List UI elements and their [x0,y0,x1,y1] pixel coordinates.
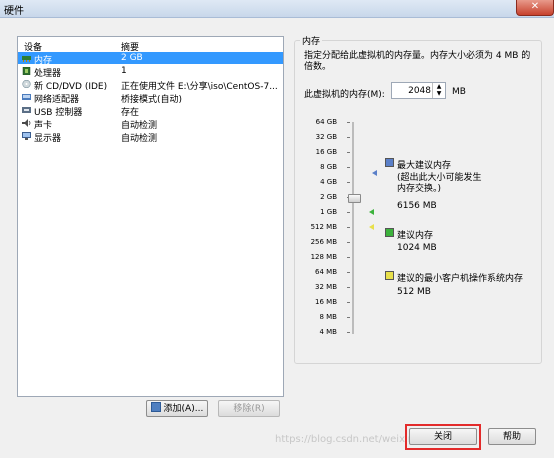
scale-tick-label: 16 MB [315,298,337,306]
device-summary: 2 GB [121,53,143,63]
device-row-processor[interactable]: 处理器 1 [18,65,283,79]
close-window-button[interactable]: ✕ [516,0,554,16]
memory-icon [22,56,31,62]
min-legend-swatch [385,271,394,280]
display-icon [22,132,31,140]
memory-unit: MB [452,87,466,97]
min-recommended-label: 建议的最小客户机操作系统内存 [397,274,524,284]
device-summary: 自动检测 [121,134,158,144]
memory-description: 指定分配给此虚拟机的内存量。内存大小必须为 4 MB 的倍数。 [304,51,531,72]
add-hardware-icon [150,402,161,412]
cd-dvd-icon [22,80,31,88]
min-recommended-marker-icon [369,224,374,230]
memory-size-value[interactable]: 2048 [408,86,431,96]
recommended-value: 1024 MB [397,243,437,253]
scale-tick-label: 32 MB [315,283,337,291]
device-row-network-adapter[interactable]: 网络适配器 桥接模式(自动) [18,91,283,105]
device-list-header: 设备 摘要 [18,37,283,53]
memory-slider-track[interactable] [352,122,354,334]
scale-tick-label: 64 MB [315,268,337,276]
min-recommended-value: 512 MB [397,287,431,297]
memory-slider-thumb[interactable] [348,194,361,203]
title-bar: 硬件 ✕ [0,0,554,18]
close-button-label: 关闭 [433,432,452,442]
max-legend-swatch [385,158,394,167]
network-adapter-icon [22,94,31,100]
memory-size-spinbox[interactable]: 2048 ▲ ▼ [391,82,446,99]
scale-tick-label: 4 GB [320,178,337,186]
usb-controller-icon [22,107,31,113]
max-recommended-value: 6156 MB [397,201,437,211]
device-row-usb-controller[interactable]: USB 控制器 存在 [18,104,283,118]
spin-up-icon[interactable]: ▲ [433,83,445,90]
device-row-display[interactable]: 显示器 自动检测 [18,130,283,144]
device-name: 显示器 [34,134,62,144]
window-title: 硬件 [4,6,24,17]
max-recommended-label: 最大建议内存 [397,161,452,171]
memory-field-label: 此虚拟机的内存(M): [304,90,385,100]
device-row-cd-dvd[interactable]: 新 CD/DVD (IDE) 正在使用文件 E:\分享\iso\CentOS-7… [18,78,283,92]
scale-tick-label: 8 GB [320,163,337,171]
processor-icon [22,67,31,75]
device-summary: 1 [121,66,127,76]
help-button-label: 帮助 [502,432,521,442]
close-icon: ✕ [530,1,540,12]
device-row-sound-card[interactable]: 声卡 自动检测 [18,117,283,131]
scale-tick-label: 128 MB [310,253,337,261]
device-row-memory[interactable]: 内存 2 GB [18,52,283,66]
add-button-label: 添加(A)... [163,404,204,414]
scale-tick-label: 4 MB [319,328,337,336]
memory-group-title: 内存 [300,34,323,47]
scale-tick-label: 1 GB [320,208,337,216]
max-recommended-marker-icon [372,170,377,176]
remove-button-label: 移除(R) [233,404,265,414]
scale-tick-label: 256 MB [310,238,337,246]
close-button[interactable]: 关闭 [409,428,477,445]
scale-tick-label: 32 GB [315,133,337,141]
remove-button[interactable]: 移除(R) [218,400,280,417]
spin-down-icon[interactable]: ▼ [433,90,445,97]
scale-tick-label: 512 MB [310,223,337,231]
add-button[interactable]: 添加(A)... [146,400,208,417]
scale-tick-label: 8 MB [319,313,337,321]
scale-tick-label: 16 GB [315,148,337,156]
spin-arrows[interactable]: ▲ ▼ [432,83,445,98]
recommended-label: 建议内存 [397,231,434,241]
recommended-marker-icon [369,209,374,215]
device-list: 设备 摘要 内存 2 GB 处理器 1 新 CD/DVD (IDE) 正在使用文… [17,36,284,397]
sound-card-icon [22,119,31,127]
max-recommended-note: (超出此大小可能发生内存交换。) [397,173,482,194]
rec-legend-swatch [385,228,394,237]
help-button[interactable]: 帮助 [488,428,536,445]
scale-tick-label: 2 GB [320,193,337,201]
scale-tick-label: 64 GB [315,118,337,126]
